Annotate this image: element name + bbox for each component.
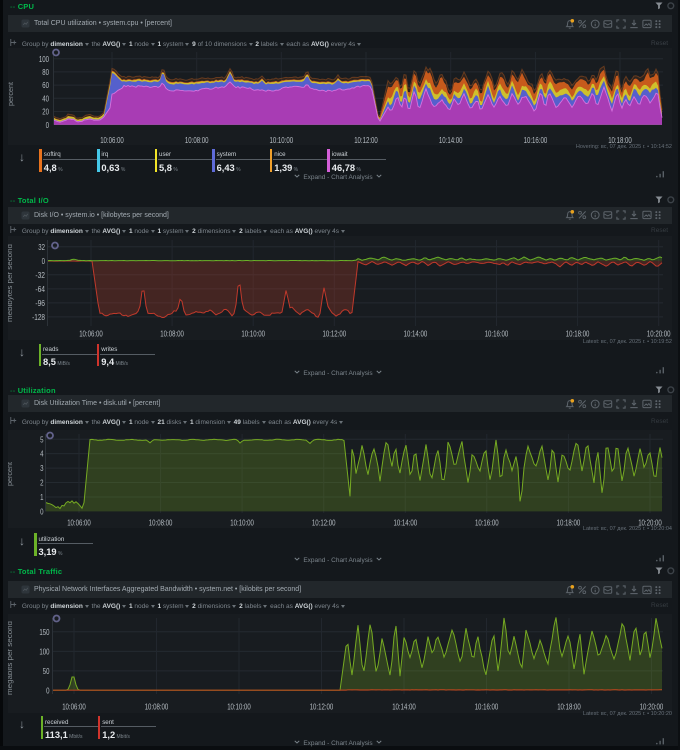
svg-text:100: 100 bbox=[39, 647, 49, 657]
svg-text:mebibytes per second: mebibytes per second bbox=[8, 244, 14, 322]
svg-text:10:10:00: 10:10:00 bbox=[270, 135, 294, 145]
svg-text:percent: percent bbox=[8, 462, 14, 486]
svg-text:0: 0 bbox=[40, 507, 44, 517]
svg-text:10:20:00: 10:20:00 bbox=[647, 329, 671, 339]
svg-text:80: 80 bbox=[42, 67, 49, 77]
svg-text:2: 2 bbox=[40, 478, 44, 488]
svg-text:20: 20 bbox=[42, 107, 49, 117]
svg-text:1: 1 bbox=[40, 492, 44, 502]
svg-text:10:14:00: 10:14:00 bbox=[404, 329, 428, 339]
svg-text:10:10:00: 10:10:00 bbox=[227, 702, 251, 712]
svg-text:10:10:00: 10:10:00 bbox=[230, 518, 254, 528]
svg-text:megabits per second: megabits per second bbox=[8, 621, 14, 695]
svg-text:5: 5 bbox=[40, 434, 44, 444]
svg-text:10:06:00: 10:06:00 bbox=[79, 329, 103, 339]
svg-text:10:06:00: 10:06:00 bbox=[100, 135, 124, 145]
svg-text:0: 0 bbox=[46, 120, 50, 130]
svg-text:10:12:00: 10:12:00 bbox=[323, 329, 347, 339]
svg-text:10:18:00: 10:18:00 bbox=[566, 329, 590, 339]
svg-text:0: 0 bbox=[42, 256, 46, 266]
svg-text:-128: -128 bbox=[32, 312, 45, 322]
svg-text:4: 4 bbox=[40, 449, 44, 459]
svg-text:10:12:00: 10:12:00 bbox=[312, 518, 336, 528]
svg-text:-32: -32 bbox=[35, 270, 45, 280]
svg-text:10:08:00: 10:08:00 bbox=[185, 135, 209, 145]
svg-text:40: 40 bbox=[42, 93, 49, 103]
svg-text:percent: percent bbox=[8, 82, 15, 106]
svg-text:10:08:00: 10:08:00 bbox=[160, 329, 184, 339]
svg-text:150: 150 bbox=[39, 627, 49, 637]
svg-text:3: 3 bbox=[40, 463, 44, 473]
svg-text:32: 32 bbox=[38, 242, 45, 252]
svg-text:0: 0 bbox=[46, 686, 50, 696]
svg-text:10:06:00: 10:06:00 bbox=[62, 702, 86, 712]
svg-text:-96: -96 bbox=[35, 298, 45, 308]
svg-text:60: 60 bbox=[42, 80, 49, 90]
svg-text:10:08:00: 10:08:00 bbox=[145, 702, 169, 712]
svg-text:10:06:00: 10:06:00 bbox=[67, 518, 91, 528]
svg-text:10:16:00: 10:16:00 bbox=[485, 329, 509, 339]
svg-text:50: 50 bbox=[43, 666, 50, 676]
svg-text:10:08:00: 10:08:00 bbox=[149, 518, 173, 528]
svg-text:10:12:00: 10:12:00 bbox=[310, 702, 334, 712]
svg-text:100: 100 bbox=[39, 54, 49, 64]
svg-text:-64: -64 bbox=[35, 284, 45, 294]
svg-text:10:10:00: 10:10:00 bbox=[241, 329, 265, 339]
